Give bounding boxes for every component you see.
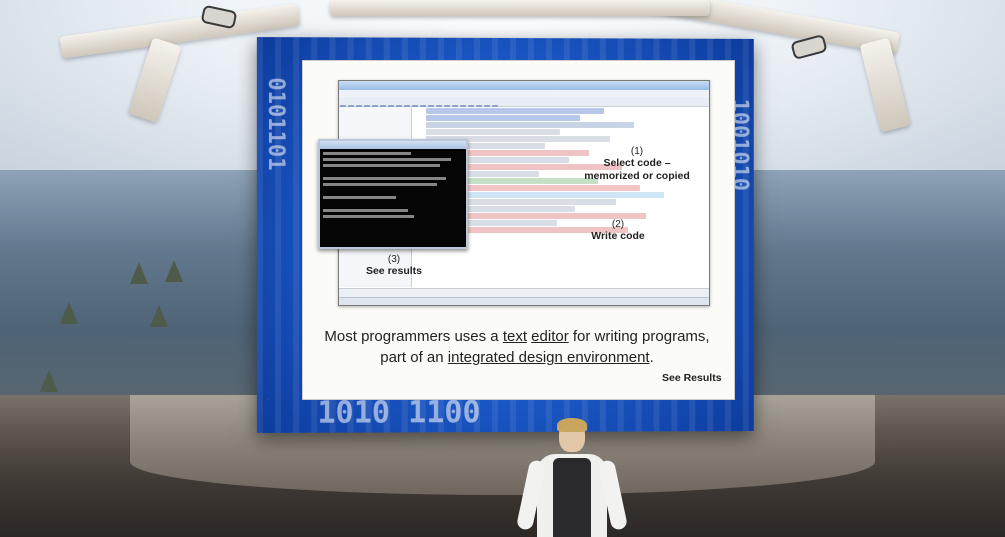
annotation-number: (3) (387, 254, 401, 265)
ide-toolbar (339, 97, 709, 111)
annotation-text: Write code (591, 230, 645, 242)
slide-caption: Most programmers uses a text editor for … (312, 326, 722, 368)
sailboat (165, 260, 183, 282)
annotation-text: Select code – memorized or copied (584, 157, 690, 182)
ide-menubar (339, 90, 709, 97)
annotation-number: (1) (630, 146, 644, 157)
presenter-avatar (515, 418, 629, 537)
virtual-world-scene: 0101101 1001010 1010 1100 (1) Select cod… (0, 0, 1005, 537)
annotation-text: See results (365, 265, 423, 277)
caption-link-text[interactable]: text (503, 328, 527, 345)
annotation-write-code: (2) Write code (578, 219, 658, 243)
sailboat (130, 262, 148, 284)
caption-text: . (649, 349, 654, 366)
avatar-vest (553, 458, 591, 537)
console-titlebar (320, 141, 466, 149)
caption-link-ide[interactable]: integrated design environment (448, 349, 650, 366)
caption-text: Most programmers uses a (324, 328, 503, 345)
annotation-number: (2) (611, 219, 625, 230)
see-results-link[interactable]: See Results (662, 372, 722, 384)
ide-output-tabs (339, 288, 709, 297)
avatar-hair (557, 418, 587, 432)
binary-decoration: 0101101 (262, 77, 289, 171)
console-window (318, 139, 468, 249)
annotation-select-code: (1) Select code – memorized or copied (582, 146, 692, 183)
annotation-see-results: (3) See results (354, 254, 434, 278)
roof-beam-top (330, 0, 710, 16)
sailboat (150, 305, 168, 327)
sailboat (40, 370, 58, 392)
caption-link-editor[interactable]: editor (531, 328, 569, 345)
sailboat (60, 302, 78, 324)
binary-decoration: 1010 1100 (317, 395, 481, 431)
ide-titlebar (339, 81, 709, 90)
ide-statusbar (339, 297, 709, 305)
